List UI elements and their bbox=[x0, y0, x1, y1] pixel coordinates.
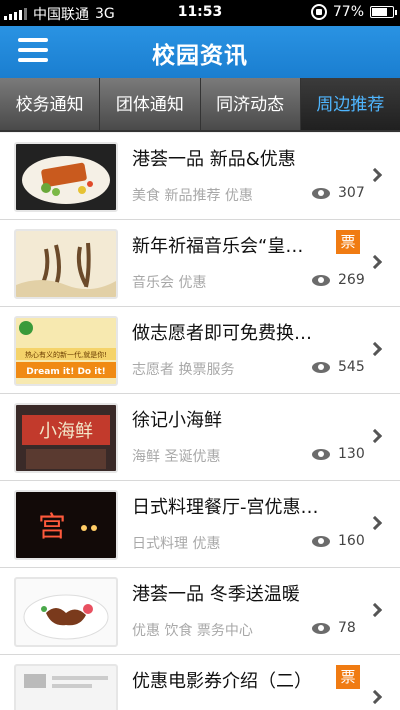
thumb-sign: 宫 bbox=[38, 510, 66, 543]
item-title: 徐记小海鲜 bbox=[132, 410, 222, 431]
chevron-right-icon bbox=[367, 689, 383, 705]
tab-school-notice[interactable]: 校务通知 bbox=[0, 78, 101, 130]
item-tags: 音乐会 优惠 bbox=[132, 275, 207, 291]
view-count: 130 bbox=[312, 446, 365, 462]
eye-icon bbox=[312, 274, 330, 286]
item-title: 优惠电影券介绍（二） bbox=[132, 671, 312, 692]
item-title: 日式料理餐厅-宫优惠… bbox=[132, 497, 319, 518]
category-tabs: 校务通知 团体通知 同济动态 周边推荐 bbox=[0, 78, 400, 132]
view-count: 545 bbox=[312, 359, 365, 375]
thumb-slogan: Dream it! Do it! bbox=[26, 367, 106, 377]
chevron-right-icon bbox=[367, 254, 383, 270]
view-count: 78 bbox=[312, 620, 356, 636]
ticket-badge: 票 bbox=[336, 230, 360, 254]
view-count-value: 307 bbox=[338, 185, 365, 201]
list-item[interactable]: 热心有义的新一代,就是你! Dream it! Do it! 做志愿者即可免费换… bbox=[0, 307, 400, 394]
item-thumbnail: 小海鲜 bbox=[14, 403, 118, 473]
item-thumbnail: 宫 bbox=[14, 490, 118, 560]
page-title: 校园资讯 bbox=[152, 43, 248, 69]
battery-icon bbox=[370, 6, 397, 18]
ticket-badge: 票 bbox=[336, 665, 360, 689]
view-count: 307 bbox=[312, 185, 365, 201]
rotation-lock-icon bbox=[310, 4, 327, 20]
list-item[interactable]: 优惠电影券介绍（二） 票 bbox=[0, 655, 400, 710]
item-title: 港荟一品 新品&优惠 bbox=[132, 149, 296, 170]
eye-icon bbox=[312, 448, 330, 460]
item-thumbnail: 热心有义的新一代,就是你! Dream it! Do it! bbox=[14, 316, 118, 386]
list-item[interactable]: 港荟一品 冬季送温暖 优惠 饮食 票务中心 78 bbox=[0, 568, 400, 655]
chevron-right-icon bbox=[367, 428, 383, 444]
chevron-right-icon bbox=[367, 341, 383, 357]
tab-nearby-recommend[interactable]: 周边推荐 bbox=[300, 78, 400, 130]
view-count-value: 78 bbox=[338, 620, 356, 636]
list-item[interactable]: 宫 日式料理餐厅-宫优惠… 日式料理 优惠 160 bbox=[0, 481, 400, 568]
view-count: 160 bbox=[312, 533, 365, 549]
chevron-right-icon bbox=[367, 515, 383, 531]
list-item[interactable]: 新年祈福音乐会“皇… 票 音乐会 优惠 269 bbox=[0, 220, 400, 307]
status-bar: 中国联通 3G 11:53 77% bbox=[0, 0, 400, 26]
item-thumbnail bbox=[14, 577, 118, 647]
item-tags: 志愿者 换票服务 bbox=[132, 362, 235, 378]
view-count: 269 bbox=[312, 272, 365, 288]
tab-group-notice[interactable]: 团体通知 bbox=[100, 78, 201, 130]
item-title: 做志愿者即可免费换… bbox=[132, 323, 312, 344]
eye-icon bbox=[312, 187, 330, 199]
item-title: 新年祈福音乐会“皇… bbox=[132, 236, 304, 257]
item-tags: 海鲜 圣诞优惠 bbox=[132, 449, 221, 465]
item-tags: 优惠 饮食 票务中心 bbox=[132, 623, 253, 639]
tab-tongji-news[interactable]: 同济动态 bbox=[201, 78, 301, 130]
item-title: 港荟一品 冬季送温暖 bbox=[132, 584, 300, 605]
view-count-value: 130 bbox=[338, 446, 365, 462]
thumb-caption: 热心有义的新一代,就是你! bbox=[25, 350, 107, 359]
chevron-right-icon bbox=[367, 167, 383, 183]
battery-percent: 77% bbox=[332, 4, 364, 20]
news-list: 港荟一品 新品&优惠 美食 新品推荐 优惠 307 新年祈福音乐会“皇… 票 音… bbox=[0, 133, 400, 710]
eye-icon bbox=[312, 622, 330, 634]
eye-icon bbox=[312, 535, 330, 547]
item-tags: 美食 新品推荐 优惠 bbox=[132, 188, 253, 204]
item-thumbnail bbox=[14, 229, 118, 299]
app-header: 校园资讯 bbox=[0, 26, 400, 78]
list-item[interactable]: 港荟一品 新品&优惠 美食 新品推荐 优惠 307 bbox=[0, 133, 400, 220]
list-item[interactable]: 小海鲜 徐记小海鲜 海鲜 圣诞优惠 130 bbox=[0, 394, 400, 481]
eye-icon bbox=[312, 361, 330, 373]
chevron-right-icon bbox=[367, 602, 383, 618]
view-count-value: 269 bbox=[338, 272, 365, 288]
view-count-value: 545 bbox=[338, 359, 365, 375]
item-thumbnail bbox=[14, 664, 118, 710]
item-thumbnail bbox=[14, 142, 118, 212]
view-count-value: 160 bbox=[338, 533, 365, 549]
thumb-sign: 小海鲜 bbox=[39, 421, 93, 442]
item-tags: 日式料理 优惠 bbox=[132, 536, 221, 552]
